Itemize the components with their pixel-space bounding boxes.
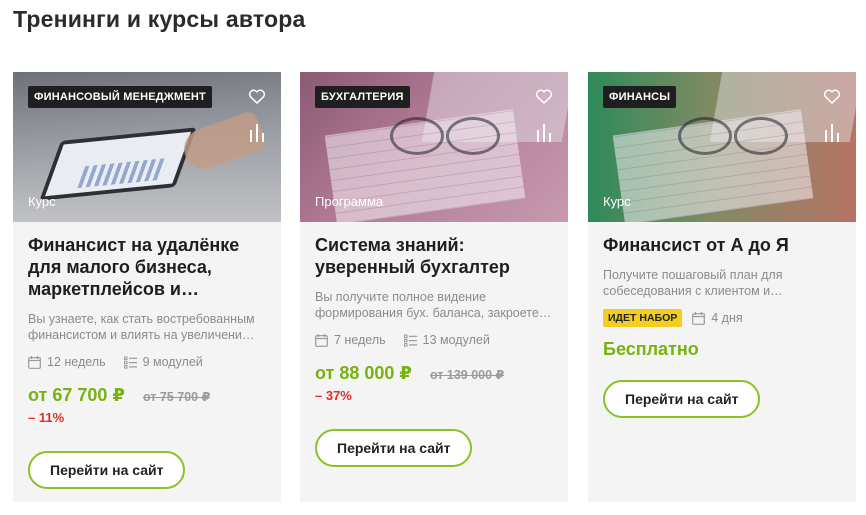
- course-modules: 13 модулей: [422, 333, 490, 347]
- list-icon: [123, 356, 137, 369]
- course-type: Курс: [603, 194, 631, 209]
- course-meta: 12 недель 9 модулей: [28, 353, 266, 371]
- course-image[interactable]: БУХГАЛТЕРИЯ Программа: [300, 72, 568, 222]
- course-price: от 67 700 ₽: [28, 385, 125, 405]
- calendar-icon: [28, 355, 41, 369]
- list-icon: [403, 334, 417, 347]
- course-title[interactable]: Система знаний: уверенный бухгалтер: [315, 234, 553, 278]
- course-price: Бесплатно: [603, 339, 699, 359]
- course-discount: – 11%: [28, 410, 65, 425]
- category-badge: ФИНАНСОВЫЙ МЕНЕДЖМЕНТ: [28, 86, 212, 108]
- go-to-site-button[interactable]: Перейти на сайт: [603, 380, 761, 418]
- page-title: Тренинги и курсы автора: [13, 6, 306, 32]
- course-meta: ИДЕТ НАБОР 4 дня: [603, 309, 841, 327]
- course-title[interactable]: Финансист на удалёнке для малого бизнеса…: [28, 234, 266, 300]
- course-duration: 7 недель: [334, 333, 386, 347]
- compare-icon[interactable]: [536, 124, 552, 142]
- course-duration: 12 недель: [47, 355, 106, 369]
- go-to-site-button[interactable]: Перейти на сайт: [28, 451, 186, 489]
- compare-icon[interactable]: [824, 124, 840, 142]
- heart-icon[interactable]: [534, 86, 554, 106]
- course-image[interactable]: ФИНАНСЫ Курс: [588, 72, 856, 222]
- calendar-icon: [692, 311, 706, 325]
- course-type: Программа: [315, 194, 384, 209]
- course-modules: 9 модулей: [142, 355, 203, 369]
- course-type: Курс: [28, 194, 56, 209]
- course-description: Вы узнаете, как стать востребованным фин…: [28, 312, 255, 342]
- course-discount: – 37%: [315, 388, 352, 403]
- course-description: Вы получите полное видение формирования …: [315, 290, 552, 320]
- course-card[interactable]: БУХГАЛТЕРИЯ Программа Система знаний: ув…: [300, 72, 568, 502]
- category-badge: БУХГАЛТЕРИЯ: [315, 86, 410, 108]
- course-old-price: от 139 000 ₽: [429, 368, 505, 382]
- course-duration: 4 дня: [711, 311, 743, 325]
- course-title[interactable]: Финансист от А до Я: [603, 234, 841, 256]
- course-card[interactable]: ФИНАНСОВЫЙ МЕНЕДЖМЕНТ Курс Финансист на …: [13, 72, 281, 502]
- course-image[interactable]: ФИНАНСОВЫЙ МЕНЕДЖМЕНТ Курс: [13, 72, 281, 222]
- category-badge: ФИНАНСЫ: [603, 86, 677, 108]
- compare-icon[interactable]: [249, 124, 265, 142]
- go-to-site-button[interactable]: Перейти на сайт: [315, 429, 473, 467]
- course-card[interactable]: ФИНАНСЫ Курс Финансист от А до Я Получит…: [588, 72, 856, 502]
- heart-icon[interactable]: [822, 86, 842, 106]
- calendar-icon: [315, 333, 328, 347]
- course-meta: 7 недель 13 модулей: [315, 331, 553, 349]
- course-price: от 88 000 ₽: [315, 363, 412, 383]
- enrollment-open-badge: ИДЕТ НАБОР: [603, 309, 683, 327]
- heart-icon[interactable]: [247, 86, 267, 106]
- course-description: Получите пошаговый план для собеседовани…: [603, 268, 783, 298]
- course-old-price: от 75 700 ₽: [142, 390, 211, 404]
